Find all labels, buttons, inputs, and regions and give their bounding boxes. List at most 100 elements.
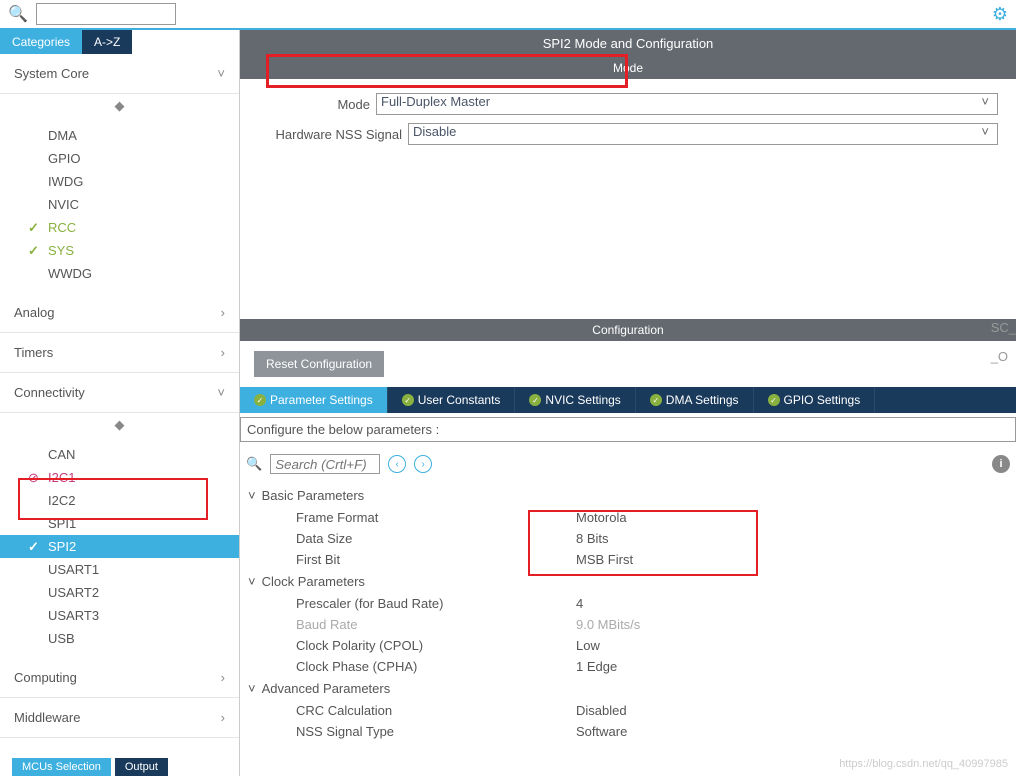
tab-nvic-settings[interactable]: ✓ NVIC Settings [515, 387, 635, 413]
tab-a-z[interactable]: A->Z [82, 30, 132, 54]
param-value: MSB First [576, 552, 633, 567]
tab-parameter-settings[interactable]: ✓ Parameter Settings [240, 387, 388, 413]
tree-item-rcc[interactable]: RCC [0, 216, 239, 239]
param-label: Data Size [296, 531, 576, 546]
group-label: Advanced Parameters [262, 681, 391, 696]
tree-item-i2c2[interactable]: I2C2 [0, 489, 239, 512]
chevron-down-icon: ˅ [248, 681, 256, 696]
mode-select[interactable]: Full-Duplex Master [376, 93, 998, 115]
group-basic-parameters[interactable]: ˅Basic Parameters [248, 484, 1008, 507]
tree-item-spi1[interactable]: SPI1 [0, 512, 239, 535]
tab-label: GPIO Settings [784, 393, 861, 407]
check-icon: ✓ [529, 394, 541, 406]
category-label: System Core [14, 66, 89, 81]
param-row[interactable]: CRC CalculationDisabled [248, 700, 1008, 721]
param-value: Motorola [576, 510, 627, 525]
category-middleware[interactable]: Middleware › [0, 698, 239, 738]
category-connectivity[interactable]: Connectivity ˅ [0, 373, 239, 413]
sort-arrows-icon[interactable]: ◆ [0, 94, 239, 118]
prev-icon[interactable]: ‹ [388, 455, 406, 473]
nss-select[interactable]: Disable [408, 123, 998, 145]
param-value: 4 [576, 596, 583, 611]
category-analog[interactable]: Analog › [0, 293, 239, 333]
tab-gpio-settings[interactable]: ✓ GPIO Settings [754, 387, 876, 413]
chevron-right-icon: › [221, 345, 225, 360]
check-icon: ✓ [254, 394, 266, 406]
config-section-title: Configuration [240, 319, 1016, 341]
param-row[interactable]: First BitMSB First [248, 549, 1008, 570]
tree-item-sys[interactable]: SYS [0, 239, 239, 262]
tree-item-spi2[interactable]: SPI2 [0, 535, 239, 558]
group-label: Clock Parameters [262, 574, 365, 589]
tree-item-iwdg[interactable]: IWDG [0, 170, 239, 193]
search-input[interactable] [270, 454, 380, 474]
param-value: Disabled [576, 703, 627, 718]
chevron-down-icon: ˅ [248, 574, 256, 589]
category-label: Middleware [14, 710, 80, 725]
param-row[interactable]: Frame FormatMotorola [248, 507, 1008, 528]
group-advanced-parameters[interactable]: ˅ Advanced Parameters [248, 677, 1008, 700]
param-value: Low [576, 638, 600, 653]
sort-arrows-icon[interactable]: ◆ [0, 413, 239, 437]
tab-label: User Constants [418, 393, 501, 407]
top-select[interactable] [36, 3, 176, 25]
tree-item-gpio[interactable]: GPIO [0, 147, 239, 170]
tree-item-i2c1[interactable]: I2C1 [0, 466, 239, 489]
param-label: NSS Signal Type [296, 724, 576, 739]
mode-label: Mode [258, 97, 376, 112]
next-icon[interactable]: › [414, 455, 432, 473]
param-row[interactable]: Clock Polarity (CPOL)Low [248, 635, 1008, 656]
chevron-down-icon: ˅ [217, 385, 225, 400]
check-icon: ✓ [768, 394, 780, 406]
category-computing[interactable]: Computing › [0, 658, 239, 698]
param-label: Clock Phase (CPHA) [296, 659, 576, 674]
nss-label: Hardware NSS Signal [258, 127, 408, 142]
param-row[interactable]: Data Size8 Bits [248, 528, 1008, 549]
gear-icon[interactable]: ⚙ [992, 4, 1008, 24]
reset-configuration-button[interactable]: Reset Configuration [254, 351, 384, 377]
chevron-right-icon: › [221, 305, 225, 320]
tree-item-usart1[interactable]: USART1 [0, 558, 239, 581]
tab-dma-settings[interactable]: ✓DMA Settings [636, 387, 754, 413]
tree-item-usart2[interactable]: USART2 [0, 581, 239, 604]
category-system-core[interactable]: System Core ˅ [0, 54, 239, 94]
tree-item-usb[interactable]: USB [0, 627, 239, 650]
tree-item-dma[interactable]: DMA [0, 124, 239, 147]
param-row: Baud Rate9.0 MBits/s [248, 614, 1008, 635]
info-icon[interactable]: i [992, 455, 1010, 473]
param-label: Prescaler (for Baud Rate) [296, 596, 576, 611]
param-value: Software [576, 724, 627, 739]
param-value: 8 Bits [576, 531, 609, 546]
param-label: CRC Calculation [296, 703, 576, 718]
tab-user-constants[interactable]: ✓ User Constants [388, 387, 516, 413]
configure-note: Configure the below parameters : [240, 417, 1016, 442]
chevron-right-icon: › [221, 670, 225, 685]
category-timers[interactable]: Timers › [0, 333, 239, 373]
tab-label: NVIC Settings [545, 393, 620, 407]
param-label: First Bit [296, 552, 576, 567]
search-icon: 🔍 [246, 456, 262, 472]
param-row[interactable]: NSS Signal TypeSoftware [248, 721, 1008, 742]
param-row[interactable]: Clock Phase (CPHA)1 Edge [248, 656, 1008, 677]
param-row[interactable]: Prescaler (for Baud Rate)4 [248, 593, 1008, 614]
tree-item-nvic[interactable]: NVIC [0, 193, 239, 216]
check-icon: ✓ [402, 394, 414, 406]
category-label: Connectivity [14, 385, 85, 400]
chevron-down-icon: ˅ [217, 66, 225, 81]
tree-item-wwdg[interactable]: WWDG [0, 262, 239, 285]
content-panel: SPI2 Mode and Configuration Mode Mode Fu… [240, 30, 1016, 776]
tab-mcus-selection[interactable]: MCUs Selection [12, 758, 111, 776]
tab-output[interactable]: Output [115, 758, 168, 776]
category-label: Computing [14, 670, 77, 685]
group-clock-parameters[interactable]: ˅ Clock Parameters [248, 570, 1008, 593]
chevron-down-icon: ˅ [248, 488, 256, 503]
tab-categories[interactable]: Categories [0, 30, 82, 54]
tree-item-usart3[interactable]: USART3 [0, 604, 239, 627]
chevron-right-icon: › [221, 710, 225, 725]
param-label: Baud Rate [296, 617, 576, 632]
check-icon: ✓ [650, 394, 662, 406]
tree-item-can[interactable]: CAN [0, 443, 239, 466]
category-label: Analog [14, 305, 54, 320]
tab-label: Parameter Settings [270, 393, 373, 407]
param-value: 9.0 MBits/s [576, 617, 640, 632]
